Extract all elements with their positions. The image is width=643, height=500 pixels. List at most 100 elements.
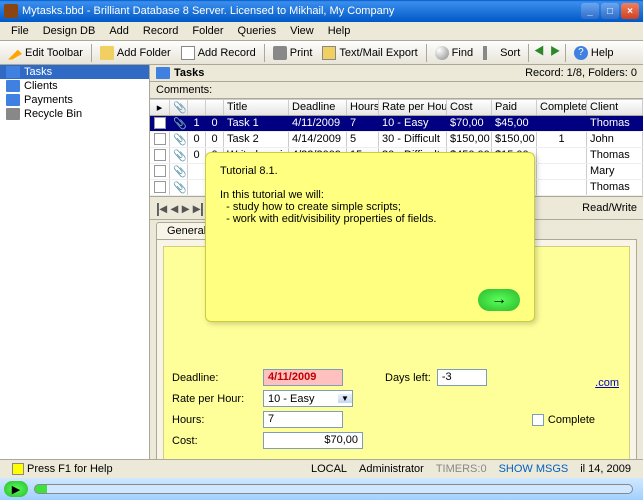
nav-fwd-button[interactable]: ⯈ (548, 47, 561, 59)
add-record-button[interactable]: Add Record (177, 44, 260, 62)
tree-label: Clients (24, 80, 58, 92)
col-header[interactable]: 📎 (170, 100, 188, 115)
comments-label: Comments: (150, 82, 643, 99)
chevron-down-icon[interactable]: ▼ (338, 394, 352, 403)
col-header[interactable]: Cost (447, 100, 492, 115)
tutorial-bullet-2: - work with edit/visibility properties o… (220, 213, 520, 225)
printer-icon (273, 46, 287, 60)
table-row[interactable]: 📎10Task 14/11/2009710 - Easy$70,00$45,00… (150, 116, 643, 132)
add-folder-button[interactable]: Add Folder (96, 44, 175, 62)
col-header[interactable]: Client (587, 100, 643, 115)
record-icon (181, 46, 195, 60)
progress-bar[interactable] (34, 484, 633, 494)
menu-file[interactable]: File (4, 23, 36, 39)
next-record-button[interactable]: ▸ (182, 200, 189, 217)
minimize-button[interactable]: _ (581, 3, 599, 19)
tutorial-bullet-1: - study how to create simple scripts; (220, 201, 520, 213)
tree-payments[interactable]: Payments (0, 93, 149, 107)
rate-value: 10 - Easy (264, 392, 338, 406)
tree-label: Recycle Bin (24, 108, 82, 120)
sort-label: Sort (500, 47, 520, 59)
menu-help[interactable]: Help (321, 23, 358, 39)
menu-folder[interactable]: Folder (185, 23, 230, 39)
days-left-field[interactable]: -3 (437, 369, 487, 386)
content-title: Tasks (174, 67, 204, 79)
window-title: Mytasks.bbd - Brilliant Database 8 Serve… (22, 5, 581, 17)
read-write-toggle[interactable]: Read/Write (582, 202, 637, 214)
close-button[interactable]: × (621, 3, 639, 19)
tutorial-balloon: Tutorial 8.1. In this tutorial we will: … (205, 152, 535, 322)
col-header[interactable] (188, 100, 206, 115)
help-button[interactable]: ?Help (570, 44, 618, 62)
menu-view[interactable]: View (283, 23, 321, 39)
help-icon: ? (574, 46, 588, 60)
first-record-button[interactable]: |◂ (156, 200, 167, 217)
tree-recycle-bin[interactable]: Recycle Bin (0, 107, 149, 121)
find-label: Find (452, 47, 473, 59)
rate-label: Rate per Hour: (172, 393, 257, 405)
tutorial-next-button[interactable]: → (478, 289, 520, 311)
deadline-label: Deadline: (172, 372, 257, 384)
status-admin: Administrator (353, 463, 430, 475)
export-button[interactable]: Text/Mail Export (318, 44, 421, 62)
last-record-button[interactable]: ▸| (193, 200, 204, 217)
app-icon (4, 4, 18, 18)
menu-add[interactable]: Add (102, 23, 136, 39)
nav-back-button[interactable]: ⯇ (533, 47, 546, 59)
col-header[interactable]: Deadline (289, 100, 347, 115)
col-header[interactable] (206, 100, 224, 115)
tree-label: Payments (24, 94, 73, 106)
help-label: Help (591, 47, 614, 59)
tree-clients[interactable]: Clients (0, 79, 149, 93)
col-header[interactable]: Hours (347, 100, 379, 115)
rate-combo[interactable]: 10 - Easy▼ (263, 390, 353, 407)
tutorial-title: Tutorial 8.1. (220, 165, 520, 177)
status-msgs[interactable]: SHOW MSGS (493, 463, 575, 475)
maximize-button[interactable]: □ (601, 3, 619, 19)
edit-toolbar-button[interactable]: Edit Toolbar (4, 44, 87, 62)
tasks-icon (156, 67, 170, 79)
menu-queries[interactable]: Queries (231, 23, 284, 39)
tree-tasks[interactable]: Tasks (0, 65, 149, 79)
status-hint: Press F1 for Help (27, 463, 113, 475)
prev-record-button[interactable]: ◂ (171, 200, 178, 217)
complete-label: Complete (548, 414, 595, 426)
status-local: LOCAL (305, 463, 353, 475)
days-left-label: Days left: (385, 372, 431, 384)
edit-toolbar-label: Edit Toolbar (25, 47, 83, 59)
folder-icon (6, 66, 20, 78)
menu-design-db[interactable]: Design DB (36, 23, 103, 39)
print-label: Print (290, 47, 313, 59)
folder-icon (6, 80, 20, 92)
col-header[interactable]: Title (224, 100, 289, 115)
col-header[interactable]: Paid (492, 100, 537, 115)
deadline-field[interactable]: 4/11/2009 (263, 369, 343, 386)
sort-icon (483, 46, 497, 60)
cost-label: Cost: (172, 435, 257, 447)
play-button[interactable]: ▶ (4, 481, 28, 497)
hours-field[interactable]: 7 (263, 411, 343, 428)
mail-icon (322, 46, 336, 60)
folder-icon (6, 108, 20, 120)
menu-record[interactable]: Record (136, 23, 185, 39)
folder-icon (100, 46, 114, 60)
col-header[interactable]: ▸ (150, 100, 170, 115)
sort-button[interactable]: Sort (479, 44, 524, 62)
print-button[interactable]: Print (269, 44, 317, 62)
cost-field[interactable]: $70,00 (263, 432, 363, 449)
hint-icon (12, 463, 24, 475)
table-row[interactable]: 📎00Task 24/14/2009530 - Difficult$150,00… (150, 132, 643, 148)
hours-label: Hours: (172, 414, 257, 426)
record-counter: Record: 1/8, Folders: 0 (525, 67, 637, 79)
tree-label: Tasks (24, 66, 52, 78)
magnifier-icon (435, 46, 449, 60)
complete-checkbox[interactable]: Complete (532, 414, 595, 426)
add-record-label: Add Record (198, 47, 256, 59)
checkbox-icon (532, 414, 544, 426)
pencil-icon (8, 46, 22, 60)
folder-icon (6, 94, 20, 106)
col-header[interactable]: Rate per Hou (379, 100, 447, 115)
com-link[interactable]: .com (595, 377, 619, 389)
find-button[interactable]: Find (431, 44, 477, 62)
col-header[interactable]: Complete (537, 100, 587, 115)
